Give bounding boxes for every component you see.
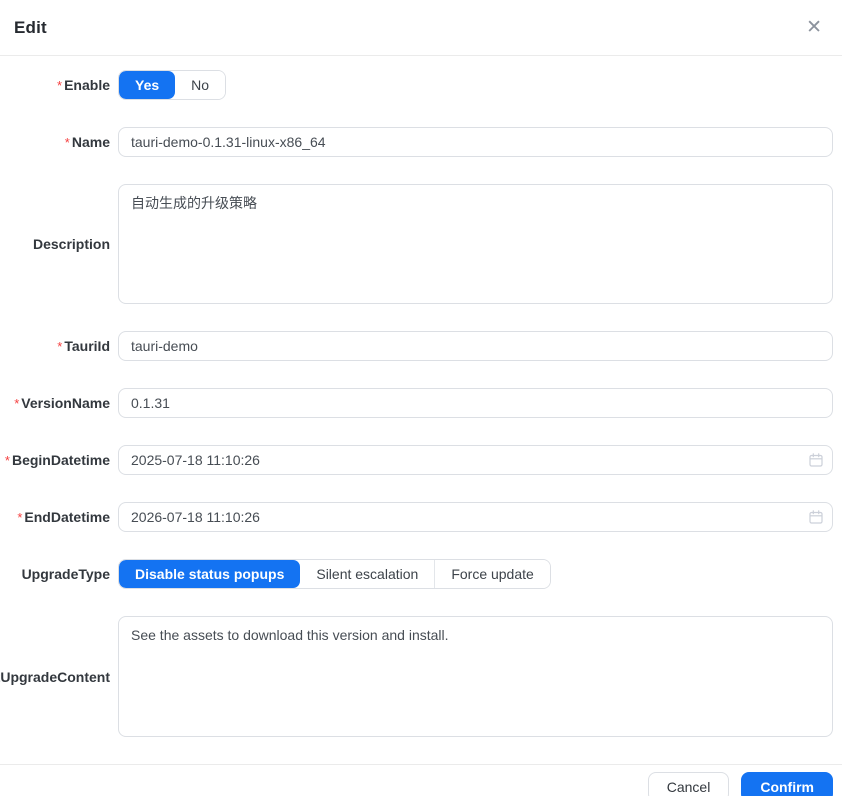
upgradecontent-label-text: tUpgradeContent (0, 669, 110, 685)
required-mark: * (5, 453, 10, 468)
upgradetype-control: Disable status popups Silent escalation … (118, 559, 833, 589)
enddatetime-control (118, 502, 833, 532)
enable-yes-button[interactable]: Yes (119, 71, 175, 99)
enable-no-button[interactable]: No (175, 71, 225, 99)
row-name: * Name (0, 127, 842, 157)
versionname-label: * VersionName (0, 395, 110, 411)
dialog-footer: Cancel Confirm (0, 764, 842, 796)
upgradetype-label: UpgradeType (0, 566, 110, 582)
versionname-input[interactable] (118, 388, 833, 418)
required-mark: * (14, 396, 19, 411)
begindatetime-input[interactable] (118, 445, 833, 475)
tauriid-input[interactable] (118, 331, 833, 361)
row-versionname: * VersionName (0, 388, 842, 418)
enddatetime-label-text: EndDatetime (24, 509, 110, 525)
upgradetype-option-disable-popups[interactable]: Disable status popups (119, 560, 300, 588)
confirm-button[interactable]: Confirm (741, 772, 833, 796)
edit-form: * Enable Yes No * Name Descriptio (0, 56, 842, 764)
name-input[interactable] (118, 127, 833, 157)
upgradetype-option-force-update[interactable]: Force update (434, 560, 550, 588)
versionname-label-text: VersionName (21, 395, 110, 411)
enable-toggle-group: Yes No (118, 70, 226, 100)
cancel-button[interactable]: Cancel (648, 772, 730, 796)
upgradetype-label-text: UpgradeType (22, 566, 110, 582)
tauriid-label: * TauriId (0, 338, 110, 354)
required-mark: * (57, 339, 62, 354)
edit-dialog: Edit ✕ * Enable Yes No * Name (0, 0, 842, 796)
required-mark: * (17, 510, 22, 525)
versionname-control (118, 388, 833, 418)
upgradetype-segment-group: Disable status popups Silent escalation … (118, 559, 551, 589)
close-icon[interactable]: ✕ (804, 16, 824, 39)
tauriid-control (118, 331, 833, 361)
row-description: Description 自动生成的升级策略 (0, 184, 842, 304)
enable-control: Yes No (118, 70, 833, 100)
enable-label: * Enable (0, 77, 110, 93)
enable-label-text: Enable (64, 77, 110, 93)
begindatetime-control (118, 445, 833, 475)
row-tauriid: * TauriId (0, 331, 842, 361)
description-textarea[interactable]: 自动生成的升级策略 (118, 184, 833, 304)
row-begindatetime: * BeginDatetime (0, 445, 842, 475)
upgradecontent-control: See the assets to download this version … (118, 616, 833, 737)
dialog-header: Edit ✕ (0, 0, 842, 56)
tauriid-label-text: TauriId (64, 338, 110, 354)
calendar-icon[interactable] (808, 509, 824, 525)
upgradecontent-textarea[interactable]: See the assets to download this version … (118, 616, 833, 737)
begindatetime-label-text: BeginDatetime (12, 452, 110, 468)
upgradecontent-label: tUpgradeContent (0, 669, 110, 685)
enddatetime-label: * EndDatetime (0, 509, 110, 525)
begindatetime-label: * BeginDatetime (0, 452, 110, 468)
description-label-text: Description (33, 236, 110, 252)
row-upgradetype: UpgradeType Disable status popups Silent… (0, 559, 842, 589)
row-enable: * Enable Yes No (0, 70, 842, 100)
enddatetime-input[interactable] (118, 502, 833, 532)
row-enddatetime: * EndDatetime (0, 502, 842, 532)
name-control (118, 127, 833, 157)
required-mark: * (65, 135, 70, 150)
row-upgradecontent: tUpgradeContent See the assets to downlo… (0, 616, 842, 737)
name-label: * Name (0, 134, 110, 150)
calendar-icon[interactable] (808, 452, 824, 468)
upgradetype-option-silent-escalation[interactable]: Silent escalation (300, 560, 434, 588)
name-label-text: Name (72, 134, 110, 150)
description-label: Description (0, 236, 110, 252)
description-control: 自动生成的升级策略 (118, 184, 833, 304)
required-mark: * (57, 78, 62, 93)
dialog-title: Edit (14, 18, 47, 38)
